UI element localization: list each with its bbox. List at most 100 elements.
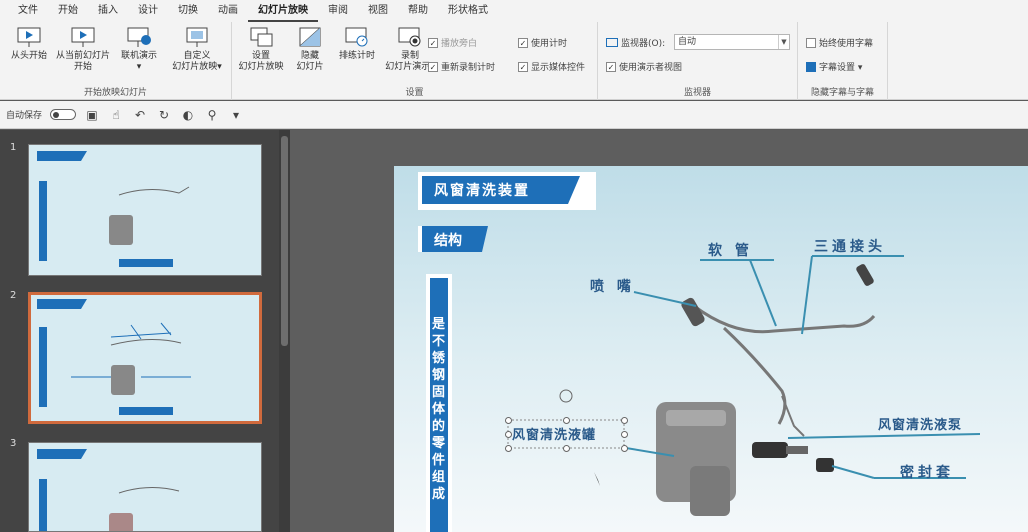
save-icon[interactable]: ▣ (84, 107, 100, 123)
group-start-title: 开始放映幻灯片 (83, 88, 147, 98)
menu-review[interactable]: 审阅 (318, 0, 358, 22)
group-setup: 设置 幻灯片放映 隐藏 幻灯片 排练计时 录制 幻灯片演示▾ ✓ 播放旁白 ✓ 重新… (232, 22, 598, 100)
powerpoint-window: 文件 开始 插入 设计 切换 动画 幻灯片放映 审阅 视图 帮助 形状格式 从头… (0, 0, 1028, 532)
menu-home[interactable]: 开始 (48, 0, 88, 22)
group-captions-title: 隐藏字幕与字幕 (810, 88, 874, 98)
label-tee: 三通接头 (814, 239, 886, 255)
hide-slide-button[interactable]: 隐藏 幻灯片 (288, 26, 332, 82)
resize-handle[interactable] (621, 431, 628, 438)
setup-slideshow-button[interactable]: 设置 幻灯片放映 (234, 26, 288, 82)
thumbnail-preview (31, 295, 259, 421)
checkbox-icon: ✓ (428, 37, 438, 48)
menu-insert[interactable]: 插入 (88, 0, 128, 22)
resize-handle[interactable] (621, 417, 628, 424)
quick-access-toolbar: 自动保存 ▣ ☝ ↶ ↻ ◐ ⚲ ▾ (0, 101, 1028, 129)
custom-slideshow-button[interactable]: 自定义 幻灯片放映▾ (166, 26, 228, 82)
group-monitors: 监视器(O): 自动 ▼ ✓ 使用演示者视图 监视器 (598, 22, 798, 100)
subtitle-settings-label: 字幕设置 ▾ (819, 63, 863, 73)
from-current-label: 从当前幻灯片 开始 (55, 51, 110, 72)
monitor-label-text: 监视器(O): (621, 39, 666, 49)
menu-shape-format[interactable]: 形状格式 (438, 0, 498, 22)
slide-subtitle: 结构 (434, 233, 462, 249)
label-seal: 密封套 (900, 465, 954, 481)
touch-mode-icon[interactable]: ☝ (108, 107, 124, 123)
undo-icon[interactable]: ↶ (132, 107, 148, 123)
group-monitors-title: 监视器 (683, 88, 711, 98)
slide-canvas[interactable]: 风窗清洗装置 结构 是不锈钢固体的零件组成 喷 嘴 软 管 三通接头 风窗清洗液… (394, 166, 1028, 532)
hide-slide-icon (299, 27, 321, 47)
menu-help[interactable]: 帮助 (398, 0, 438, 22)
menu-design[interactable]: 设计 (128, 0, 168, 22)
slide-thumbnail-2[interactable] (28, 292, 262, 424)
hide-slide-label: 隐藏 幻灯片 (296, 51, 324, 72)
custom-slideshow-label: 自定义 幻灯片放映▾ (172, 51, 222, 72)
setup-icon (250, 27, 273, 47)
setup-slideshow-label: 设置 幻灯片放映 (238, 51, 284, 72)
thumbnail-preview (29, 145, 261, 275)
slide-thumbnail-3[interactable] (28, 442, 262, 532)
show-media-controls-check[interactable]: ✓ 显示媒体控件 (518, 60, 585, 73)
online-present-button[interactable]: 联机演示 ▾ (112, 26, 166, 82)
autosave-label: 自动保存 (6, 111, 43, 121)
slide-number: 1 (10, 142, 17, 153)
from-beginning-button[interactable]: 从头开始 (2, 26, 56, 82)
slide-title: 风窗清洗装置 (434, 183, 530, 199)
menu-bar: 文件 开始 插入 设计 切换 动画 幻灯片放映 审阅 视图 帮助 形状格式 (0, 0, 1028, 22)
presenter-view-check[interactable]: ✓ 使用演示者视图 (606, 60, 682, 73)
shapes-icon[interactable]: ◐ (180, 107, 196, 123)
checkbox-icon: ✓ (518, 37, 528, 48)
online-present-icon (127, 27, 151, 47)
label-pump: 风窗清洗液泵 (878, 418, 963, 433)
format-painter-icon[interactable]: ⚲ (204, 107, 220, 123)
label-reservoir[interactable]: 风窗清洗液罐 (512, 424, 596, 443)
always-subtitles-label: 始终使用字幕 (819, 39, 874, 49)
play-narrations-label: 播放旁白 (441, 39, 478, 49)
monitor-label: 监视器(O): (606, 36, 665, 49)
subtitle-icon (806, 61, 816, 72)
resize-handle[interactable] (563, 417, 570, 424)
use-timings-check[interactable]: ✓ 使用计时 (518, 36, 567, 49)
record-slideshow-button[interactable]: 录制 幻灯片演示▾ (382, 26, 438, 82)
from-current-button[interactable]: 从当前幻灯片 开始 (54, 26, 112, 82)
custom-slideshow-icon (186, 27, 208, 47)
resize-handle[interactable] (621, 445, 628, 452)
rehearse-timings-button[interactable]: 排练计时 (332, 26, 382, 82)
monitor-select[interactable]: 自动 ▼ (674, 34, 790, 50)
customize-qat-icon[interactable]: ▾ (228, 107, 244, 123)
slide-number: 3 (10, 438, 17, 449)
menu-slideshow[interactable]: 幻灯片放映 (248, 0, 318, 22)
menu-animations[interactable]: 动画 (208, 0, 248, 22)
slide-editor: 风窗清洗装置 结构 是不锈钢固体的零件组成 喷 嘴 软 管 三通接头 风窗清洗液… (290, 130, 1028, 532)
always-subtitles-check[interactable]: 始终使用字幕 (806, 36, 873, 49)
resize-handle[interactable] (505, 417, 512, 424)
thumbnail-scrollbar[interactable] (279, 130, 290, 532)
show-media-controls-label: 显示媒体控件 (531, 63, 586, 73)
subtitle-settings-button[interactable]: 字幕设置 ▾ (806, 60, 862, 73)
play-icon (17, 27, 41, 47)
redo-icon[interactable]: ↻ (156, 107, 172, 123)
rehearse-icon (345, 27, 368, 47)
slide-thumbnail-1[interactable] (28, 144, 262, 276)
checkbox-icon: ✓ (606, 61, 616, 72)
menu-transitions[interactable]: 切换 (168, 0, 208, 22)
checkbox-icon (806, 37, 816, 48)
menu-view[interactable]: 视图 (358, 0, 398, 22)
menu-file[interactable]: 文件 (8, 0, 48, 22)
scrollbar-thumb[interactable] (281, 136, 288, 346)
rerecord-check[interactable]: ✓ 重新录制计时 (428, 60, 495, 73)
monitor-select-value: 自动 (678, 37, 697, 47)
autosave-toggle[interactable] (50, 109, 77, 120)
rerecord-label: 重新录制计时 (441, 63, 496, 73)
slide-thumbnails-pane: 1 2 3 (0, 130, 290, 532)
group-start-slideshow: 从头开始 从当前幻灯片 开始 联机演示 ▾ 自定义 幻灯片放映▾ 开始放映幻灯片 (0, 22, 232, 100)
thumbnail-preview (29, 443, 261, 531)
ribbon: 从头开始 从当前幻灯片 开始 联机演示 ▾ 自定义 幻灯片放映▾ 开始放映幻灯片… (0, 22, 1028, 100)
group-setup-title: 设置 (405, 88, 424, 98)
resize-handle[interactable] (505, 445, 512, 452)
play-narrations-check[interactable]: ✓ 播放旁白 (428, 36, 477, 49)
resize-handle[interactable] (563, 445, 570, 452)
toggle-knob (53, 112, 60, 118)
resize-handle[interactable] (505, 431, 512, 438)
group-captions: 始终使用字幕 字幕设置 ▾ 隐藏字幕与字幕 (798, 22, 888, 100)
slide-side-text: 是不锈钢固体的零件组成 (432, 317, 446, 502)
